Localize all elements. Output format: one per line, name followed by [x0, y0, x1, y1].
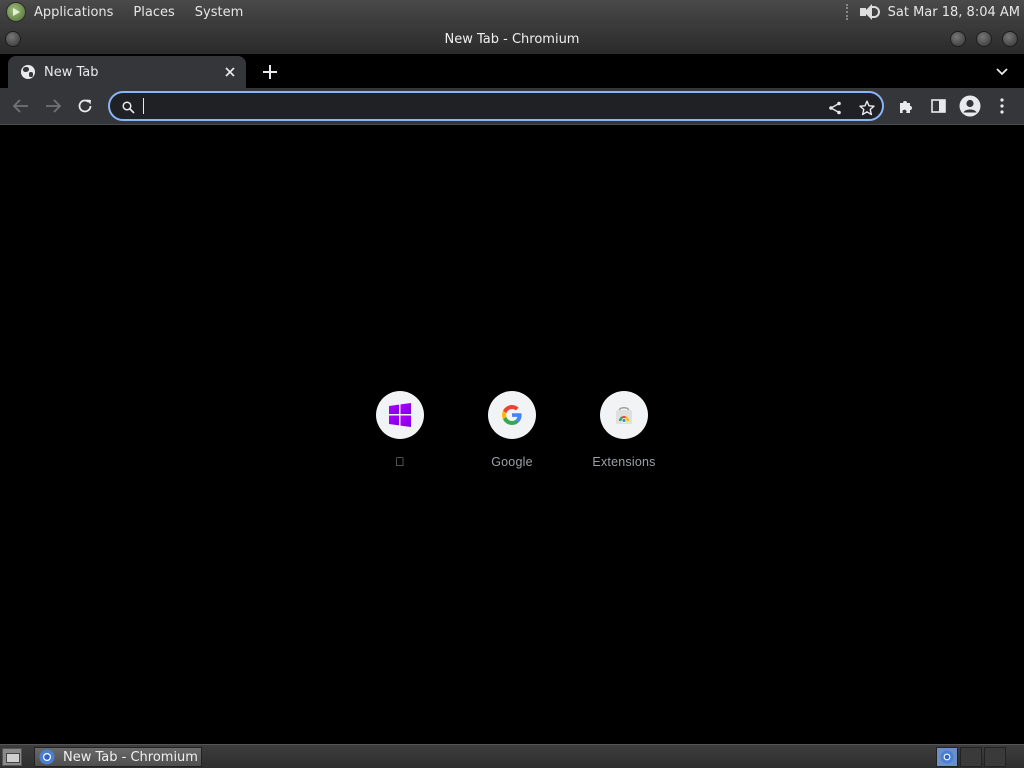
- window-title: New Tab - Chromium: [444, 31, 580, 47]
- workspace-3-icon[interactable]: [984, 747, 1006, 767]
- show-desktop-icon[interactable]: [2, 748, 22, 766]
- search-icon: [119, 98, 137, 116]
- distro-logo-icon[interactable]: [6, 2, 26, 22]
- bookmark-star-icon[interactable]: [856, 97, 878, 119]
- extensions-puzzle-icon[interactable]: [893, 93, 919, 119]
- places-menu[interactable]: Places: [127, 5, 180, 20]
- side-panel-icon[interactable]: [925, 93, 951, 119]
- tab-new-tab[interactable]: New Tab: [8, 56, 246, 88]
- google-g-icon[interactable]: [488, 391, 536, 439]
- browser-toolbar: [0, 88, 1024, 125]
- shortcut-tile[interactable]: Extensions: [568, 385, 680, 481]
- volume-icon[interactable]: [858, 3, 880, 21]
- workspace-2-icon[interactable]: [960, 747, 982, 767]
- tab-strip: New Tab: [0, 54, 1024, 88]
- address-bar[interactable]: [108, 91, 884, 121]
- panel-grip-icon: [845, 4, 850, 20]
- taskbar-window-button[interactable]: New Tab - Chromium: [34, 747, 202, 767]
- shortcut-label: Extensions: [592, 455, 656, 469]
- shortcut-tile[interactable]:  : [344, 385, 456, 481]
- chevron-down-icon[interactable]: [990, 60, 1014, 84]
- windows-logo-icon[interactable]: [376, 391, 424, 439]
- taskbar-window-label: New Tab - Chromium: [63, 749, 198, 765]
- system-menu[interactable]: System: [189, 5, 249, 20]
- window-menu-icon[interactable]: [5, 31, 21, 47]
- profile-avatar-icon[interactable]: [957, 93, 983, 119]
- chromium-icon: [39, 749, 55, 765]
- top-panel: Applications Places System Sat Mar 18, 8…: [0, 0, 1024, 24]
- forward-button[interactable]: [40, 93, 66, 119]
- applications-menu[interactable]: Applications: [28, 5, 119, 20]
- minimize-button[interactable]: [950, 31, 966, 47]
- chrome-web-store-icon[interactable]: [600, 391, 648, 439]
- shortcut-label: Google: [491, 455, 533, 469]
- workspace-1-icon[interactable]: [936, 747, 958, 767]
- address-input[interactable]: [141, 96, 821, 116]
- close-icon[interactable]: [220, 62, 240, 82]
- new-tab-page:   Google Extensions: [0, 126, 1024, 744]
- globe-icon: [21, 65, 35, 79]
- maximize-button[interactable]: [976, 31, 992, 47]
- shortcut-tile[interactable]: Google: [456, 385, 568, 481]
- back-button[interactable]: [8, 93, 34, 119]
- tab-title: New Tab: [44, 64, 99, 80]
- new-tab-button[interactable]: [258, 60, 282, 84]
- text-caret: [143, 98, 144, 114]
- reload-button[interactable]: [72, 93, 98, 119]
- shortcut-label:  : [395, 455, 405, 469]
- panel-clock[interactable]: Sat Mar 18, 8:04 AM: [888, 5, 1020, 20]
- share-icon[interactable]: [824, 97, 846, 119]
- kebab-menu-icon[interactable]: [989, 93, 1015, 119]
- close-window-button[interactable]: [1002, 31, 1018, 47]
- window-titlebar[interactable]: New Tab - Chromium: [0, 24, 1024, 54]
- bottom-panel: New Tab - Chromium: [0, 744, 1024, 768]
